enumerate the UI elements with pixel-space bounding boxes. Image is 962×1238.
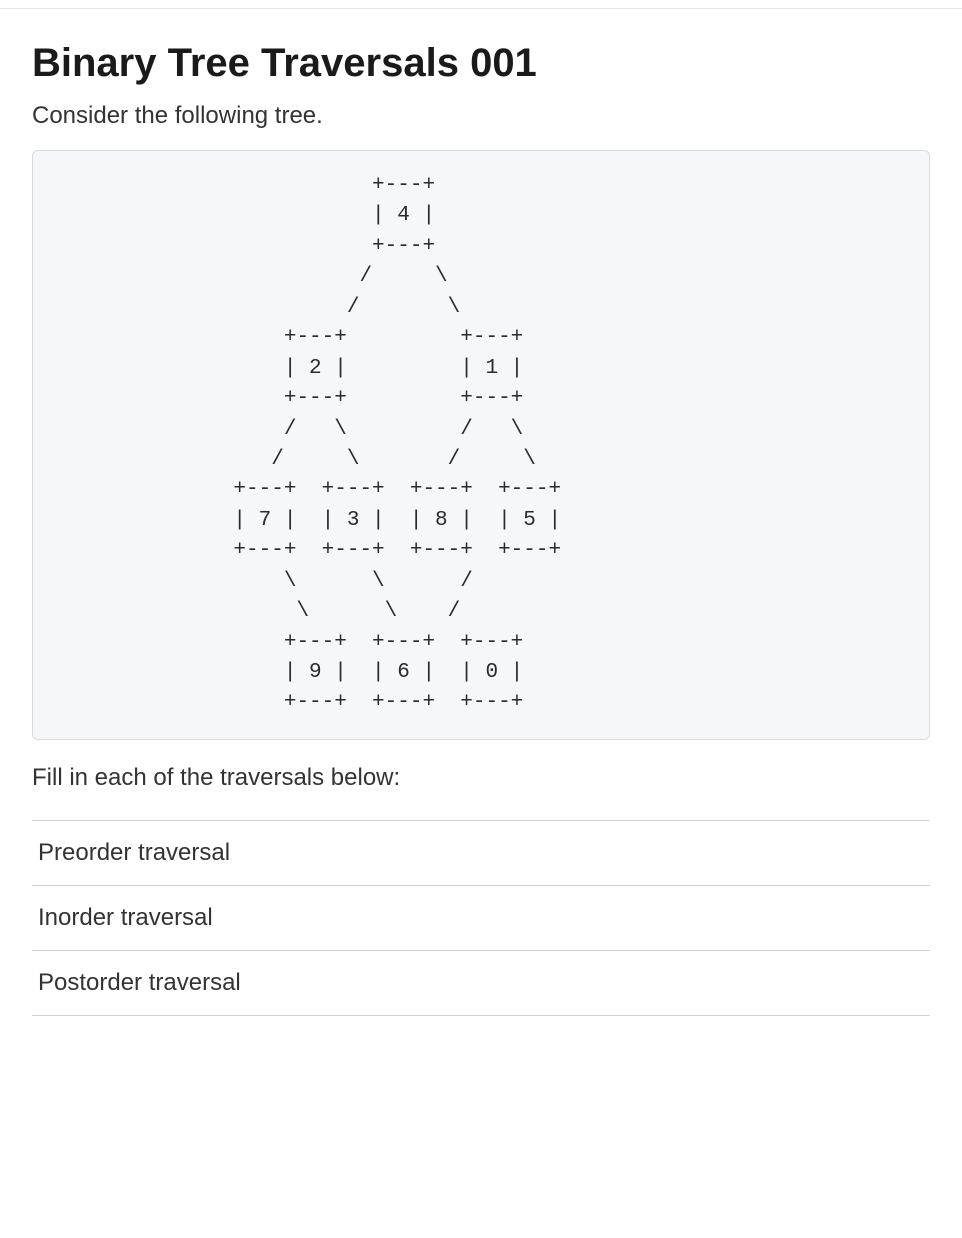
page-container: Binary Tree Traversals 001 Consider the … <box>0 8 962 1048</box>
postorder-label: Postorder traversal <box>38 969 241 996</box>
inorder-row[interactable]: Inorder traversal <box>32 886 930 951</box>
preorder-label: Preorder traversal <box>38 839 230 866</box>
page-title: Binary Tree Traversals 001 <box>32 41 930 86</box>
fill-prompt: Fill in each of the traversals below: <box>32 764 930 792</box>
postorder-row[interactable]: Postorder traversal <box>32 951 930 1016</box>
tree-diagram: +---+ | 4 | +---+ / \ / \ +---+ +---+ | … <box>32 150 930 740</box>
traversal-list: Preorder traversal Inorder traversal Pos… <box>32 820 930 1016</box>
preorder-row[interactable]: Preorder traversal <box>32 821 930 886</box>
inorder-label: Inorder traversal <box>38 904 213 931</box>
intro-text: Consider the following tree. <box>32 102 930 130</box>
